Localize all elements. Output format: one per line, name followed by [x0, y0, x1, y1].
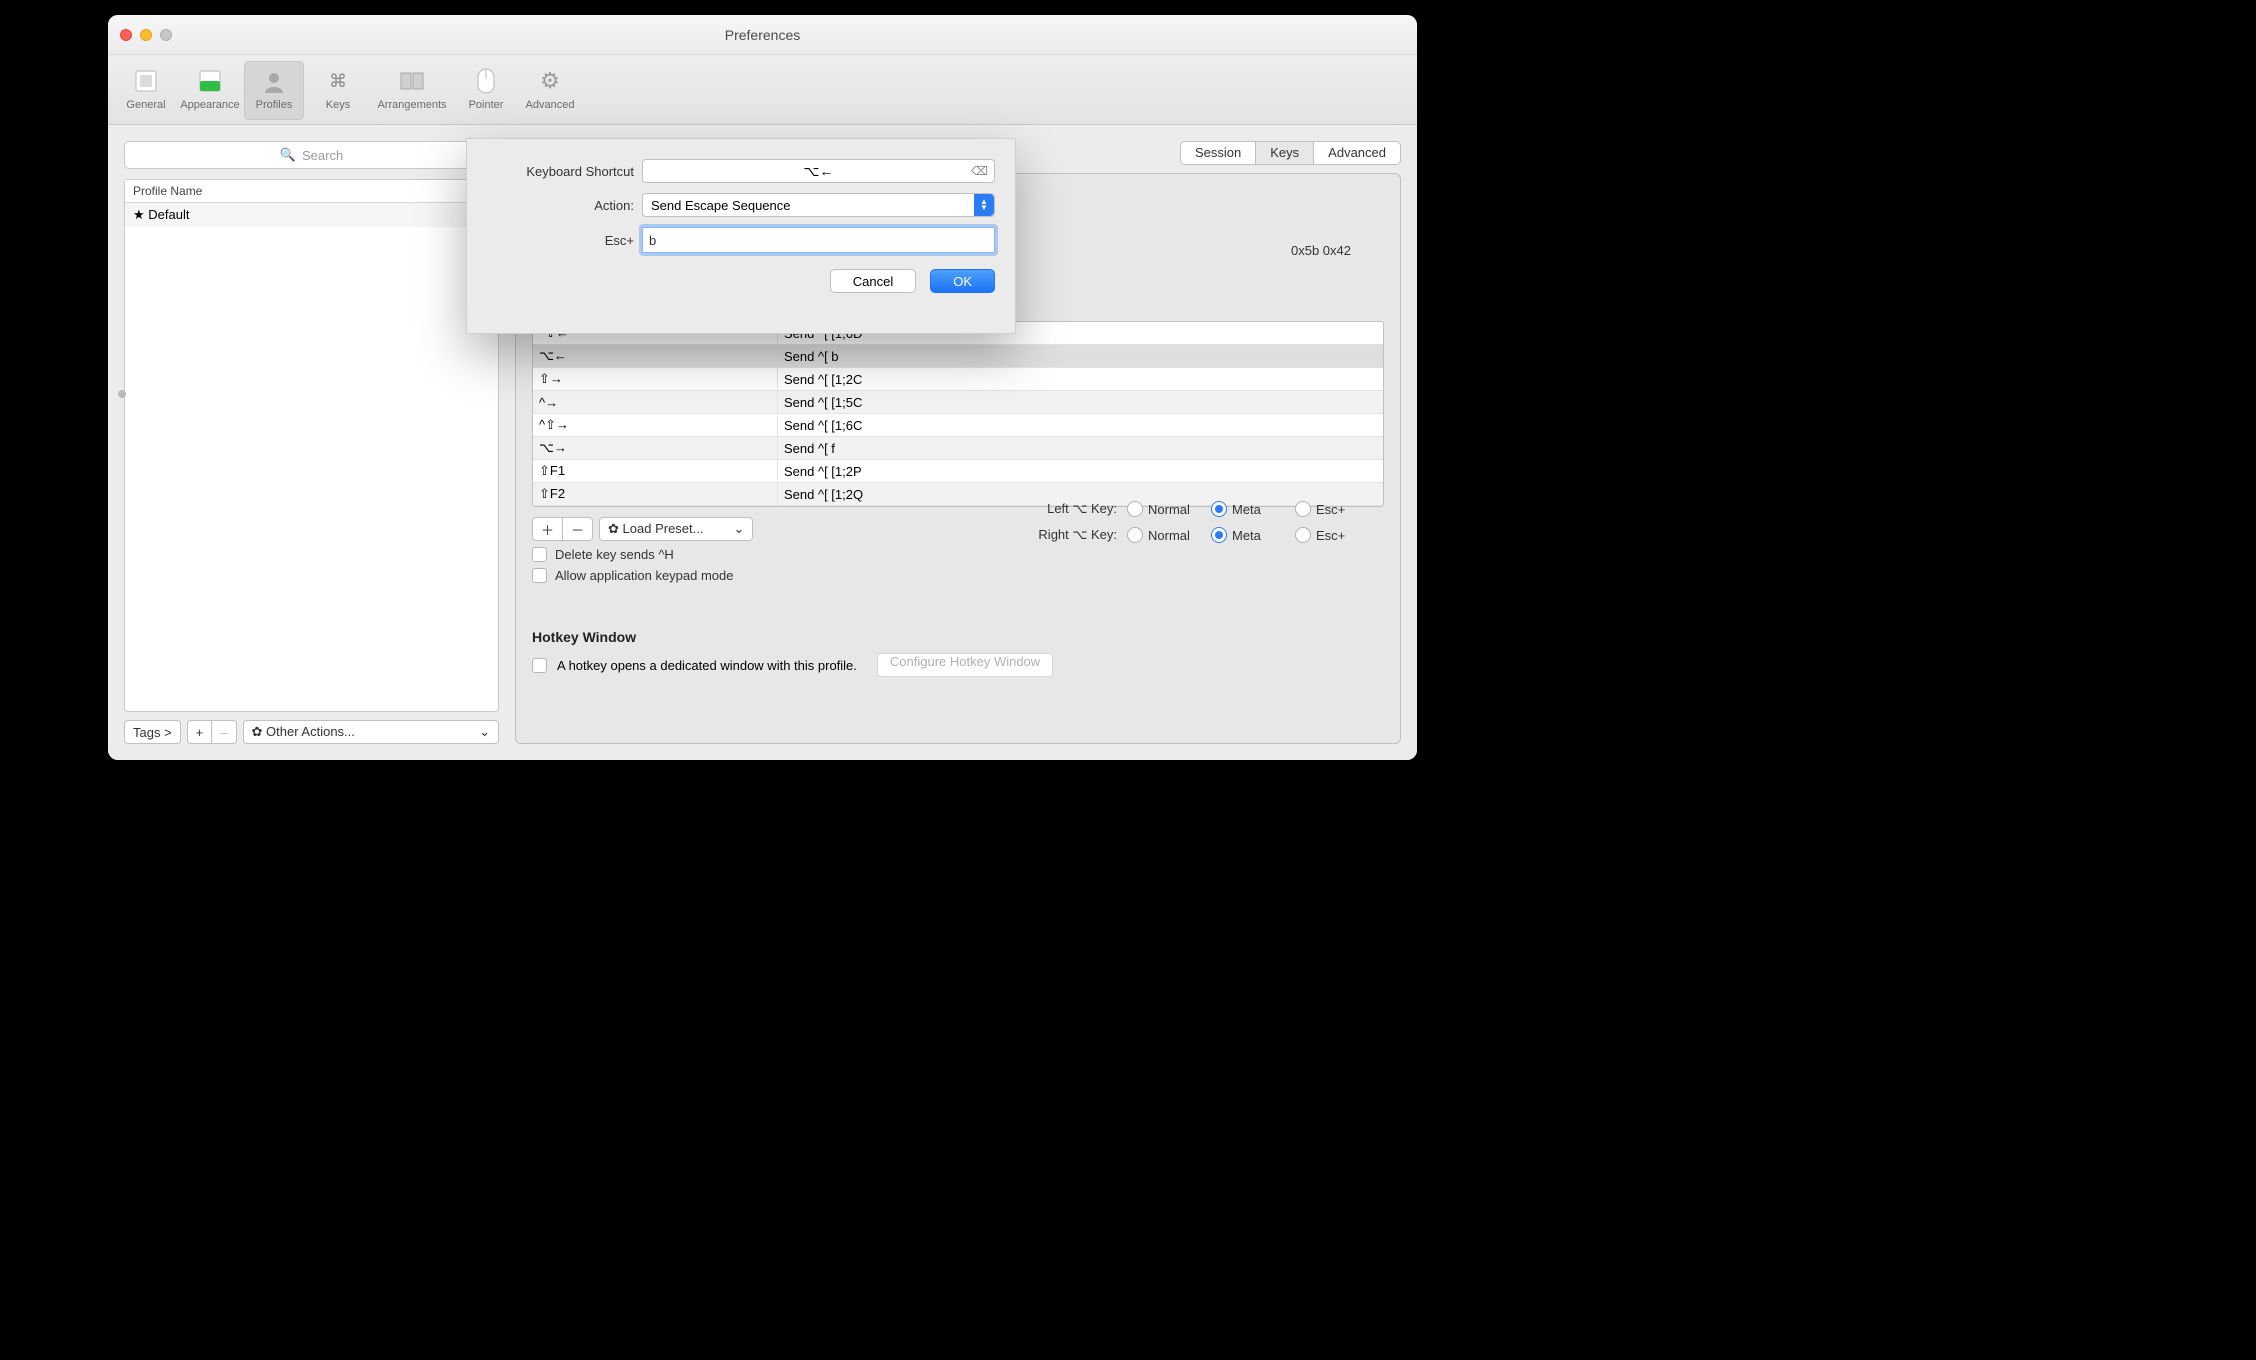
other-actions-menu[interactable]: ✿ Other Actions... ⌄ — [243, 720, 500, 744]
clear-shortcut-icon[interactable]: ⌫ — [971, 164, 988, 178]
table-row[interactable]: ⇧F1Send ^[ [1;2P — [533, 460, 1383, 483]
table-row[interactable]: ⌥→Send ^[ f — [533, 437, 1383, 460]
titlebar: Preferences — [108, 15, 1417, 55]
profile-actions-bar: Tags > + – ✿ Other Actions... ⌄ — [124, 720, 499, 744]
hotkey-label: A hotkey opens a dedicated window with t… — [557, 658, 857, 673]
esc-sequence-input[interactable] — [642, 227, 995, 253]
allow-keypad-label: Allow application keypad mode — [555, 568, 734, 583]
window-title: Preferences — [108, 27, 1417, 43]
select-arrow-icon: ▲▼ — [974, 194, 994, 216]
preferences-toolbar: General Appearance Profiles ⌘ Keys Arran… — [108, 55, 1417, 125]
left-normal-radio[interactable] — [1127, 501, 1143, 517]
general-icon — [130, 65, 162, 97]
cancel-button[interactable]: Cancel — [830, 269, 916, 293]
action-label: Action: — [487, 198, 642, 213]
right-option-label: Right ⌥ Key: — [1015, 527, 1117, 543]
right-meta-radio[interactable] — [1211, 527, 1227, 543]
left-option-label: Left ⌥ Key: — [1015, 501, 1117, 517]
table-row[interactable]: ^→Send ^[ [1;5C — [533, 391, 1383, 414]
esc-label: Esc+ — [487, 233, 642, 248]
profile-row-default[interactable]: ★ Default — [125, 203, 498, 227]
configure-hotkey-button[interactable]: Configure Hotkey Window — [877, 653, 1053, 677]
action-select[interactable]: Send Escape Sequence ▲▼ — [642, 193, 995, 217]
hotkey-section-title: Hotkey Window — [532, 629, 1384, 645]
profile-list[interactable]: Profile Name ★ Default — [124, 179, 499, 712]
add-key-button[interactable]: ＋ — [532, 517, 563, 541]
tab-pointer[interactable]: Pointer — [456, 61, 516, 120]
search-icon: 🔍 — [280, 147, 296, 163]
arrangements-icon — [396, 65, 428, 97]
remove-key-button[interactable]: － — [563, 517, 593, 541]
tab-arrangements[interactable]: Arrangements — [372, 61, 452, 120]
allow-keypad-row: Allow application keypad mode — [532, 568, 1384, 583]
profiles-icon — [258, 65, 290, 97]
keys-icon: ⌘ — [322, 65, 354, 97]
profiles-sidebar: 🔍 Search Profile Name ★ Default Tags > +… — [124, 141, 499, 744]
tab-profiles[interactable]: Profiles — [244, 61, 304, 120]
hotkey-row: A hotkey opens a dedicated window with t… — [532, 653, 1384, 677]
search-input[interactable]: 🔍 Search — [124, 141, 499, 169]
tab-general[interactable]: General — [116, 61, 176, 120]
left-meta-radio[interactable] — [1211, 501, 1227, 517]
tab-advanced[interactable]: ⚙ Advanced — [520, 61, 580, 120]
shortcut-label: Keyboard Shortcut — [487, 164, 642, 179]
action-value: Send Escape Sequence — [651, 198, 791, 213]
allow-keypad-checkbox[interactable] — [532, 568, 547, 583]
remove-profile-button[interactable]: – — [212, 720, 236, 744]
tab-appearance[interactable]: Appearance — [180, 61, 240, 120]
hotkey-checkbox[interactable] — [532, 658, 547, 673]
add-profile-button[interactable]: + — [187, 720, 213, 744]
chevron-down-icon: ⌄ — [479, 724, 490, 740]
appearance-icon — [194, 65, 226, 97]
profile-list-header: Profile Name — [125, 180, 498, 203]
subtab-session[interactable]: Session — [1181, 142, 1256, 164]
resize-handle[interactable] — [118, 390, 126, 398]
tags-button[interactable]: Tags > — [124, 720, 181, 744]
shortcut-field[interactable]: ⌥← ⌫ — [642, 159, 995, 183]
table-row[interactable]: ⇧→Send ^[ [1;2C — [533, 368, 1383, 391]
gear-icon: ⚙ — [534, 65, 566, 97]
delete-sends-ctrlh-row: Delete key sends ^H — [532, 547, 1384, 562]
table-row[interactable]: ⌥←Send ^[ b — [533, 345, 1383, 368]
edit-key-mapping-sheet: Keyboard Shortcut ⌥← ⌫ Action: Send Esca… — [466, 138, 1016, 334]
left-option-row: Left ⌥ Key: Normal Meta Esc+ — [1015, 496, 1369, 522]
subtab-keys[interactable]: Keys — [1256, 142, 1314, 164]
option-key-radios: Left ⌥ Key: Normal Meta Esc+ Right ⌥ Key… — [1015, 496, 1369, 548]
table-row[interactable]: ^⇧→Send ^[ [1;6C — [533, 414, 1383, 437]
search-placeholder: Search — [302, 148, 343, 163]
tab-keys[interactable]: ⌘ Keys — [308, 61, 368, 120]
right-esc-radio[interactable] — [1295, 527, 1311, 543]
subtab-advanced[interactable]: Advanced — [1314, 142, 1400, 164]
chevron-down-icon: ⌄ — [733, 521, 744, 537]
preferences-window: Preferences General Appearance Profiles … — [108, 15, 1417, 760]
table-overflow-text: 0x5b 0x42 — [1291, 243, 1351, 258]
delete-sends-ctrlh-label: Delete key sends ^H — [555, 547, 674, 562]
ok-button[interactable]: OK — [930, 269, 995, 293]
left-esc-radio[interactable] — [1295, 501, 1311, 517]
pointer-icon — [470, 65, 502, 97]
key-mapping-table[interactable]: ^⇧←Send ^[ [1;6D ⌥←Send ^[ b ⇧→Send ^[ [… — [532, 321, 1384, 507]
right-option-row: Right ⌥ Key: Normal Meta Esc+ — [1015, 522, 1369, 548]
delete-sends-ctrlh-checkbox[interactable] — [532, 547, 547, 562]
right-normal-radio[interactable] — [1127, 527, 1143, 543]
load-preset-menu[interactable]: ✿ Load Preset... ⌄ — [599, 517, 753, 541]
shortcut-value: ⌥← — [803, 163, 833, 180]
